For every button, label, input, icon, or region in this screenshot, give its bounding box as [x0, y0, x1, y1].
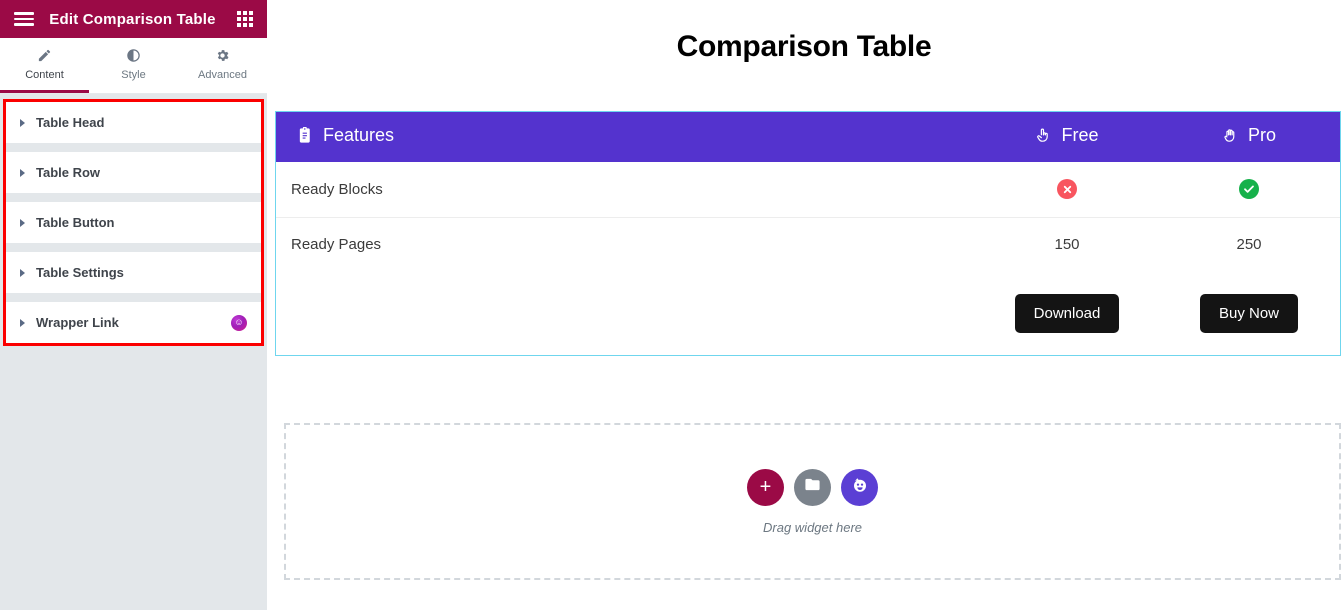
- buy-now-button[interactable]: Buy Now: [1199, 294, 1299, 333]
- table-head-free: Free: [976, 112, 1158, 162]
- editor-panel: Edit Comparison Table Content Style Adva…: [0, 0, 278, 610]
- table-row: Ready Blocks: [276, 162, 1340, 218]
- dropzone-actions: +: [747, 468, 878, 506]
- accordion-item-wrapper-link[interactable]: Wrapper Link ☺: [6, 302, 261, 343]
- accordion-label: Table Head: [36, 115, 105, 130]
- table-head-pro: Pro: [1158, 112, 1340, 162]
- tab-advanced[interactable]: Advanced: [178, 38, 267, 93]
- widget-icon: [851, 476, 869, 499]
- accordion-separator: [6, 293, 261, 302]
- page-title: Comparison Table: [676, 30, 932, 63]
- comparison-table: Features Free Pro Ready Blocks Ready Pag…: [276, 112, 1340, 272]
- panel-tabs: Content Style Advanced: [0, 38, 267, 94]
- tab-style-label: Style: [121, 69, 146, 81]
- accordion-item-table-settings[interactable]: Table Settings: [6, 252, 261, 293]
- apps-grid-icon[interactable]: [237, 11, 253, 27]
- table-row: Ready Pages 150 250: [276, 217, 1340, 272]
- accordion-label: Table Row: [36, 165, 101, 180]
- accordion-separator: [6, 143, 261, 152]
- dropzone-label: Drag widget here: [763, 519, 862, 535]
- tab-content[interactable]: Content: [0, 38, 89, 93]
- raised-hand-icon: [1222, 127, 1239, 144]
- cross-icon: [1057, 179, 1077, 200]
- accordion-separator: [6, 243, 261, 252]
- accordion-label: Table Button: [36, 215, 115, 230]
- happyaddons-badge-icon: ☺: [231, 314, 247, 331]
- tab-style[interactable]: Style: [89, 38, 178, 93]
- caret-right-icon: [20, 118, 25, 127]
- editor-root: Edit Comparison Table Content Style Adva…: [0, 0, 1341, 610]
- table-cell-feature: Ready Pages: [291, 236, 382, 254]
- download-button[interactable]: Download: [1014, 294, 1120, 333]
- clipboard-icon: [297, 127, 314, 144]
- contrast-icon: [126, 47, 141, 64]
- accordion-label: Wrapper Link: [36, 315, 119, 330]
- accordion-label: Table Settings: [36, 265, 124, 280]
- check-icon: [1239, 179, 1259, 200]
- table-head-features: Features: [276, 112, 976, 162]
- add-section-button[interactable]: +: [747, 468, 784, 506]
- comparison-table-section[interactable]: Features Free Pro Ready Blocks Ready Pag…: [275, 111, 1341, 356]
- table-head-features-label: Features: [323, 125, 395, 145]
- happyaddons-widget-button[interactable]: [841, 468, 878, 506]
- table-head: Features Free Pro: [276, 112, 1340, 162]
- table-cell-pro: [1158, 162, 1340, 218]
- widget-dropzone[interactable]: + Drag widget here: [284, 423, 1341, 580]
- accordion-item-table-row[interactable]: Table Row: [6, 152, 261, 193]
- pencil-icon: [37, 47, 52, 64]
- table-head-pro-label: Pro: [1247, 125, 1276, 145]
- gear-icon: [215, 47, 230, 64]
- template-library-button[interactable]: [794, 468, 831, 506]
- controls-accordion: Table Head Table Row Table Button Table …: [3, 99, 264, 346]
- table-body: Ready Blocks Ready Pages 150 250: [276, 162, 1340, 272]
- table-cell-pro: 250: [1236, 236, 1262, 254]
- caret-right-icon: [20, 168, 25, 177]
- table-head-free-label: Free: [1061, 125, 1099, 145]
- caret-right-icon: [20, 318, 25, 327]
- tab-advanced-label: Advanced: [198, 69, 247, 81]
- table-cell-free: [976, 162, 1158, 218]
- caret-right-icon: [20, 218, 25, 227]
- button-cell-pro: Buy Now: [1158, 294, 1340, 333]
- pointing-hand-icon: [1035, 127, 1052, 144]
- tab-content-label: Content: [25, 69, 64, 81]
- editor-canvas: Comparison Table Features Free Pro Ready…: [267, 0, 1341, 610]
- table-cell-feature: Ready Blocks: [276, 162, 976, 218]
- panel-header: Edit Comparison Table: [0, 0, 267, 38]
- caret-right-icon: [20, 268, 25, 277]
- folder-icon: [804, 476, 821, 498]
- accordion-item-table-button[interactable]: Table Button: [6, 202, 261, 243]
- table-cell-free: 150: [1054, 236, 1080, 254]
- panel-title: Edit Comparison Table: [49, 10, 216, 28]
- accordion-separator: [6, 193, 261, 202]
- table-head-row: Features Free Pro: [276, 112, 1340, 162]
- button-cell-free: Download: [976, 294, 1158, 333]
- accordion-item-table-head[interactable]: Table Head: [6, 102, 261, 143]
- table-button-row: Download Buy Now: [276, 272, 1340, 355]
